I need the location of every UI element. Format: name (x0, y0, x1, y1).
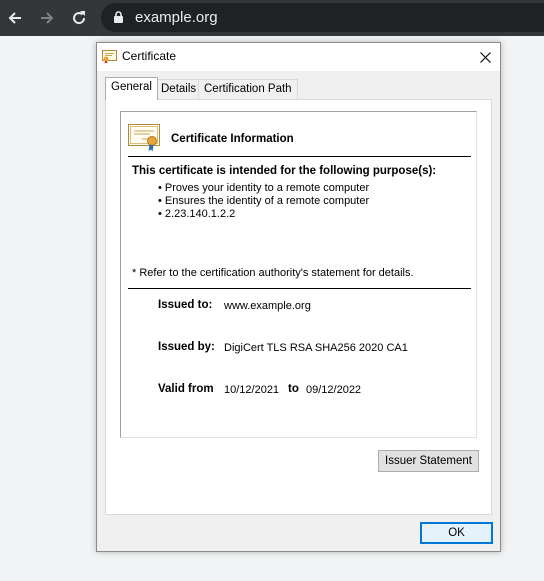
valid-to-label: to (288, 383, 299, 395)
certificate-icon (128, 124, 160, 152)
purpose-item: 2.23.140.1.2.2 (158, 208, 369, 221)
url-text[interactable]: example.org (135, 9, 218, 26)
issued-to-label: Issued to: (158, 299, 213, 311)
issuer-statement-button[interactable]: Issuer Statement (378, 450, 479, 472)
forward-arrow-icon (41, 12, 54, 24)
certificate-icon (102, 50, 117, 64)
browser-toolbar: example.org (0, 0, 544, 36)
valid-from-value: 10/12/2021 (224, 384, 280, 396)
tab-certification-path[interactable]: Certification Path (198, 79, 298, 99)
purpose-list: Proves your identity to a remote compute… (158, 182, 369, 221)
issued-to-value: www.example.org (224, 300, 311, 312)
lock-icon[interactable] (113, 11, 124, 24)
address-bar[interactable]: example.org (101, 3, 544, 32)
back-button[interactable] (3, 6, 27, 30)
divider (128, 288, 471, 289)
back-arrow-icon (8, 12, 21, 24)
valid-from-label: Valid from (158, 383, 214, 395)
valid-to-value: 09/12/2022 (306, 384, 362, 396)
reload-button[interactable] (67, 6, 91, 30)
info-title: Certificate Information (171, 133, 294, 145)
close-button[interactable] (470, 43, 500, 71)
purpose-item: Proves your identity to a remote compute… (158, 182, 369, 195)
divider (128, 156, 471, 157)
certificate-information-box: Certificate Information This certificate… (120, 111, 477, 438)
forward-button[interactable] (35, 6, 59, 30)
general-tab-panel: Certificate Information This certificate… (105, 99, 492, 515)
purpose-heading: This certificate is intended for the fol… (132, 165, 437, 177)
ok-button[interactable]: OK (420, 522, 493, 544)
tab-details[interactable]: Details (155, 79, 203, 99)
reload-icon (73, 11, 86, 25)
footnote: * Refer to the certification authority's… (132, 267, 414, 279)
issued-by-label: Issued by: (158, 341, 215, 353)
tab-general[interactable]: General (105, 77, 158, 100)
certificate-dialog: Certificate General Details Certificatio… (96, 42, 501, 552)
dialog-titlebar[interactable]: Certificate (97, 43, 500, 71)
issued-by-value: DigiCert TLS RSA SHA256 2020 CA1 (224, 342, 408, 354)
close-icon (479, 51, 491, 63)
purpose-item: Ensures the identity of a remote compute… (158, 195, 369, 208)
dialog-title: Certificate (122, 49, 177, 63)
